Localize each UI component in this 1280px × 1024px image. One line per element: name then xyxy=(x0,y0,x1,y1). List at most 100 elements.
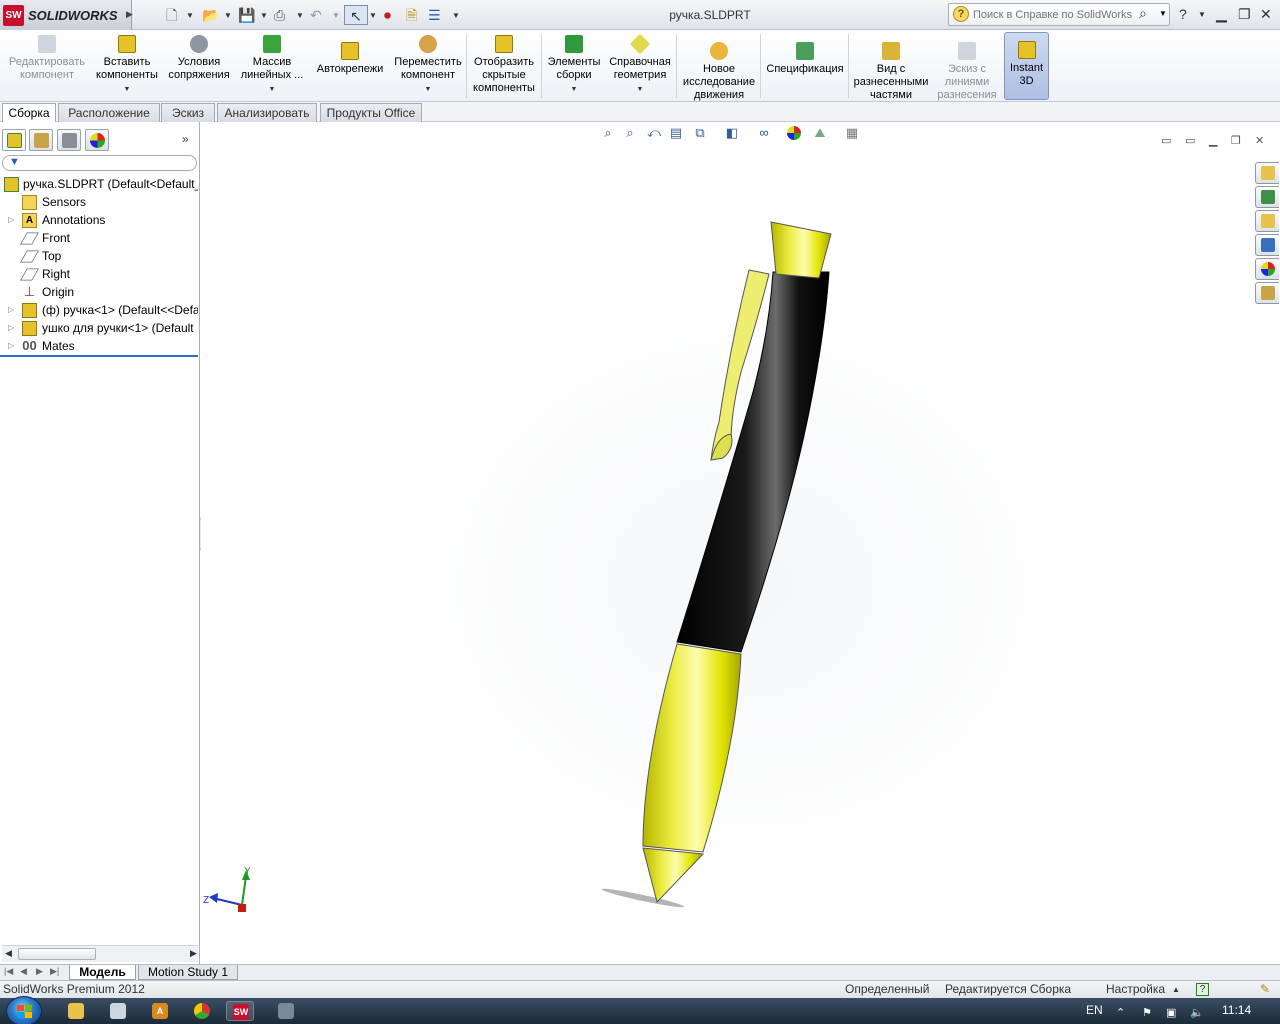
customize-button[interactable]: Настройка xyxy=(1106,981,1165,998)
new-document-icon[interactable]: 🗋 xyxy=(166,5,177,25)
linear-pattern-button[interactable]: Массив линейных ... ▼ xyxy=(236,33,308,96)
restore-icon[interactable]: ❐ xyxy=(1238,6,1251,23)
taskbar-solidworks[interactable]: SW xyxy=(226,1001,254,1021)
help-dropdown-icon[interactable]: ▼ xyxy=(1198,10,1206,19)
options-dropdown-icon[interactable]: ▼ xyxy=(452,6,460,26)
bill-of-materials-button[interactable]: Спецификация xyxy=(762,40,848,76)
save-icon[interactable]: 💾 xyxy=(238,5,255,25)
new-dropdown-icon[interactable]: ▼ xyxy=(186,6,194,26)
rebuild-status-icon[interactable]: ✎ xyxy=(1260,981,1270,998)
help-icon[interactable]: ? xyxy=(1179,6,1187,22)
action-center-icon[interactable]: ⚑ xyxy=(1142,1006,1152,1019)
tree-item-right-plane[interactable]: Right xyxy=(0,265,198,283)
tab-layout[interactable]: Расположение xyxy=(58,103,160,122)
print-icon[interactable]: ⎙ xyxy=(274,5,285,25)
help-status-icon[interactable]: ? xyxy=(1196,983,1209,996)
tree-horizontal-scrollbar[interactable]: ◀ ▶ xyxy=(2,945,198,962)
new-motion-study-button[interactable]: Новое исследование движения xyxy=(678,40,760,102)
explode-line-sketch-button[interactable]: Эскиз с линиями разнесения xyxy=(934,40,1000,102)
tree-item-pen-part[interactable]: ▷ (ф) ручка<1> (Default<<Defa xyxy=(0,301,198,319)
network-icon[interactable]: ▣ xyxy=(1166,1006,1176,1019)
taskbar-app-2[interactable] xyxy=(104,1001,132,1021)
move-component-dropdown-icon[interactable]: ▼ xyxy=(390,83,466,96)
file-explorer-tab[interactable] xyxy=(1255,210,1279,232)
options-icon[interactable]: ☰ xyxy=(428,5,441,25)
pen-grip[interactable] xyxy=(642,643,742,853)
scrollbar-thumb[interactable] xyxy=(18,948,96,960)
exploded-view-button[interactable]: Вид с разнесенными частями xyxy=(850,40,932,102)
tree-filter[interactable]: ▼ xyxy=(2,155,197,171)
show-hidden-components-button[interactable]: Отобразить скрытые компоненты xyxy=(468,33,540,95)
smart-fasteners-button[interactable]: Автокрепежи xyxy=(312,40,388,76)
assembly-features-button[interactable]: Элементы сборки ▼ xyxy=(543,33,605,96)
view-palette-tab[interactable] xyxy=(1255,234,1279,256)
volume-icon[interactable]: 🔈 xyxy=(1190,1006,1204,1019)
tab-model[interactable]: Модель xyxy=(69,965,136,980)
scroll-left-icon[interactable]: ◀ xyxy=(5,948,12,959)
open-dropdown-icon[interactable]: ▼ xyxy=(224,6,232,26)
move-component-button[interactable]: Переместить компонент ▼ xyxy=(390,33,466,96)
tab-office-products[interactable]: Продукты Office xyxy=(320,103,422,122)
tree-root[interactable]: ручка.SLDPRT (Default<Default_ xyxy=(0,175,198,193)
tree-item-sensors[interactable]: Sensors xyxy=(0,193,198,211)
expand-icon[interactable]: ▷ xyxy=(8,301,14,319)
first-tab-icon[interactable]: |◀ xyxy=(4,966,13,977)
tree-item-origin[interactable]: ⊥ Origin xyxy=(0,283,198,301)
help-search-box[interactable]: ? ⌕ ▼ xyxy=(948,3,1170,26)
last-tab-icon[interactable]: ▶| xyxy=(50,966,59,977)
customize-dropdown-icon[interactable]: ▲ xyxy=(1172,981,1180,998)
solidworks-menu-button[interactable]: SW SOLIDWORKS xyxy=(0,0,132,30)
more-tabs-icon[interactable]: » xyxy=(182,132,189,146)
show-hidden-icons-icon[interactable]: ⌃ xyxy=(1116,1006,1125,1019)
next-tab-icon[interactable]: ▶ xyxy=(36,966,43,977)
expand-icon[interactable]: ▷ xyxy=(8,211,14,229)
taskbar-autocad[interactable]: A xyxy=(146,1001,174,1021)
feature-manager-tab[interactable] xyxy=(2,129,26,151)
save-dropdown-icon[interactable]: ▼ xyxy=(260,6,268,26)
pen-tip[interactable] xyxy=(642,847,705,903)
language-indicator[interactable]: EN xyxy=(1086,1003,1103,1017)
tree-item-pen-clip[interactable]: ▷ ушко для ручки<1> (Default xyxy=(0,319,198,337)
search-icon[interactable]: ⌕ xyxy=(1139,5,1147,22)
tab-motion-study-1[interactable]: Motion Study 1 xyxy=(138,965,238,980)
minimize-icon[interactable]: ▁ xyxy=(1216,6,1227,23)
property-manager-tab[interactable] xyxy=(29,129,53,151)
solidworks-resources-tab[interactable] xyxy=(1255,162,1279,184)
tree-item-top-plane[interactable]: Top xyxy=(0,247,198,265)
tree-item-mates[interactable]: ▷ 00 Mates xyxy=(0,337,198,355)
expand-icon[interactable]: ▷ xyxy=(8,337,14,355)
undo-icon[interactable]: ↶ xyxy=(310,5,322,25)
scroll-right-icon[interactable]: ▶ xyxy=(190,948,197,959)
tab-sketch[interactable]: Эскиз xyxy=(161,103,215,122)
tree-rollback-bar[interactable] xyxy=(0,355,198,357)
edit-component-button[interactable]: Редактировать компонент xyxy=(4,33,90,82)
start-button[interactable] xyxy=(6,996,42,1024)
file-properties-icon[interactable]: 🗎 xyxy=(406,5,417,25)
pen-model[interactable]: Y Z xyxy=(201,122,1280,964)
tab-assembly[interactable]: Сборка xyxy=(2,103,56,123)
taskbar-app-6[interactable] xyxy=(272,1001,300,1021)
instant-3d-button[interactable]: Instant 3D xyxy=(1004,32,1049,100)
insert-components-button[interactable]: Вставить компоненты ▼ xyxy=(92,33,162,96)
menu-expand-icon[interactable]: ▶ xyxy=(126,9,133,20)
select-icon[interactable]: ↖ xyxy=(344,5,368,25)
taskbar-explorer[interactable] xyxy=(62,1001,90,1021)
taskbar-chrome[interactable] xyxy=(188,1001,216,1021)
undo-dropdown-icon[interactable]: ▼ xyxy=(332,6,340,26)
tab-evaluate[interactable]: Анализировать xyxy=(217,103,317,122)
reference-geometry-button[interactable]: Справочная геометрия ▼ xyxy=(606,33,674,96)
print-dropdown-icon[interactable]: ▼ xyxy=(296,6,304,26)
expand-icon[interactable]: ▷ xyxy=(8,319,14,337)
mate-button[interactable]: Условия сопряжения xyxy=(164,33,234,82)
rebuild-icon[interactable]: ⏺ xyxy=(384,5,391,25)
pen-top-cap[interactable] xyxy=(770,221,832,279)
linear-pattern-dropdown-icon[interactable]: ▼ xyxy=(236,83,308,96)
appearances-tab[interactable] xyxy=(1255,258,1279,280)
help-search-input[interactable] xyxy=(973,6,1143,23)
tree-item-annotations[interactable]: ▷ A Annotations xyxy=(0,211,198,229)
reference-geometry-dropdown-icon[interactable]: ▼ xyxy=(606,83,674,96)
design-library-tab[interactable] xyxy=(1255,186,1279,208)
prev-tab-icon[interactable]: ◀ xyxy=(20,966,27,977)
open-icon[interactable]: 📂 xyxy=(202,5,219,25)
custom-properties-tab[interactable] xyxy=(1255,282,1279,304)
